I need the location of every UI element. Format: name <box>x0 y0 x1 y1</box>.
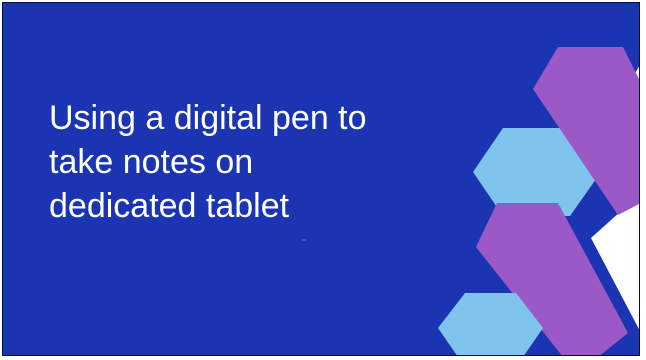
slide-frame: Using a digital pen to take notes on ded… <box>0 0 646 360</box>
title-line-3: dedicated tablet <box>49 187 290 225</box>
title-line-2: take notes on <box>49 143 254 181</box>
title-slide: Using a digital pen to take notes on ded… <box>2 2 640 356</box>
small-artifact-mark <box>302 239 306 241</box>
title-line-1: Using a digital pen to <box>49 99 367 137</box>
slide-title: Using a digital pen to take notes on ded… <box>49 96 469 228</box>
